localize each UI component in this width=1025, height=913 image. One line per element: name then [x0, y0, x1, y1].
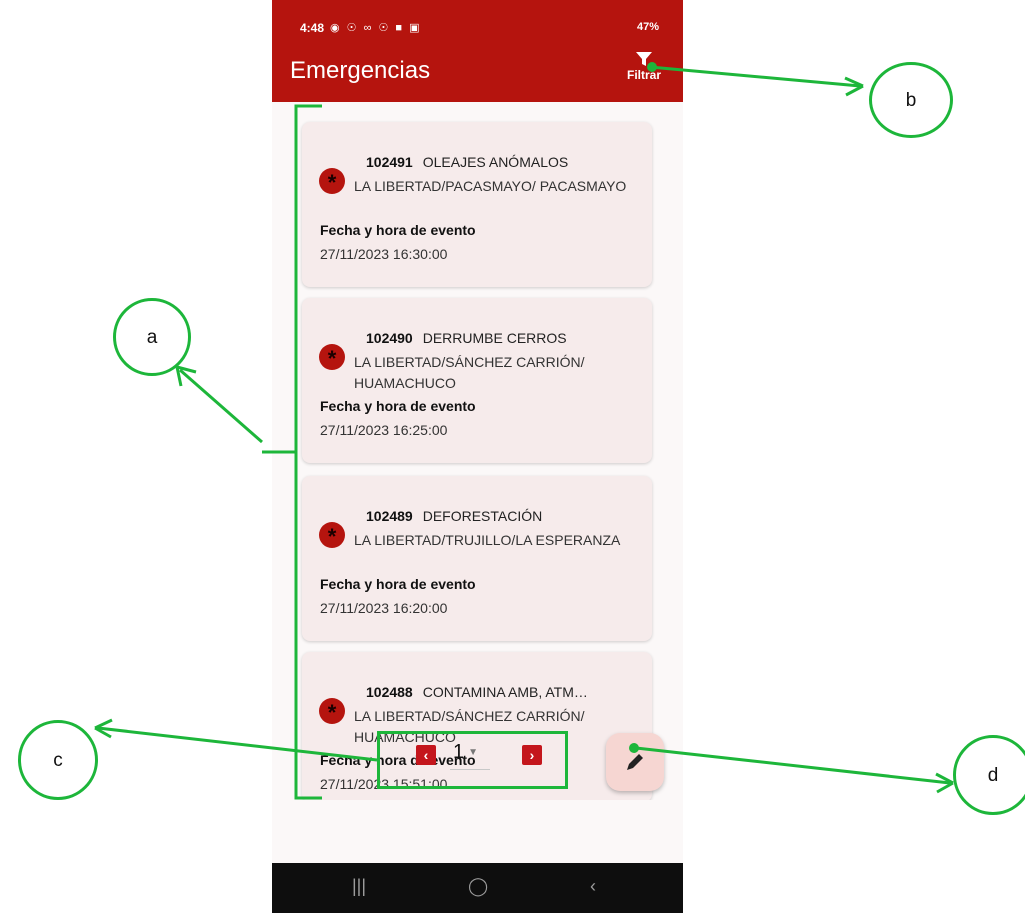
page-title: Emergencias	[290, 57, 431, 84]
card-header: 102491 OLEAJES ANÓMALOS	[366, 154, 568, 170]
pencil-icon	[627, 754, 643, 770]
emergency-id: 102489	[366, 508, 413, 524]
edit-fab-button[interactable]	[606, 733, 664, 791]
home-button[interactable]: ◯	[468, 876, 488, 897]
arrowhead-a	[175, 365, 197, 387]
status-notification-icons: ◉ ☉ ∞ ☉ ■ ▣	[330, 22, 422, 34]
event-datetime: 27/11/2023 16:25:00	[320, 422, 448, 438]
filter-button[interactable]: Filtrar	[616, 50, 672, 96]
emergency-asterisk-icon: *	[319, 168, 345, 195]
annotation-label-c: c	[53, 750, 63, 771]
card-header: 102489 DEFORESTACIÓN	[366, 508, 542, 524]
status-bar: 4:48 ◉ ☉ ∞ ☉ ■ ▣ 47%	[272, 0, 683, 45]
card-header: 102488 CONTAMINA AMB, ATM…	[366, 684, 588, 700]
highlight-box-c	[377, 731, 568, 789]
recents-button[interactable]: |||	[352, 876, 366, 897]
arrow-d	[635, 746, 951, 785]
arrowhead-c	[94, 718, 113, 739]
date-label: Fecha y hora de evento	[320, 576, 476, 592]
event-datetime: 27/11/2023 16:20:00	[320, 600, 448, 616]
emergency-asterisk-icon: *	[319, 344, 345, 371]
battery-level: 47%	[636, 21, 659, 33]
app-bar: Emergencias Filtrar	[272, 45, 683, 102]
emergency-location: LA LIBERTAD/SÁNCHEZ CARRIÓN/ HUAMACHUCO	[354, 354, 585, 391]
arrow-a	[179, 368, 263, 444]
date-label: Fecha y hora de evento	[320, 222, 476, 238]
status-time: 4:48	[300, 21, 325, 35]
emergency-id: 102490	[366, 330, 413, 346]
annotation-circle-a: a	[113, 298, 191, 376]
emergency-id: 102488	[366, 684, 413, 700]
system-nav-bar: ||| ◯ ‹	[272, 863, 683, 913]
card-header: 102490 DERRUMBE CERROS	[366, 330, 567, 346]
annotation-label-b: b	[905, 90, 917, 111]
emergency-asterisk-icon: *	[319, 522, 345, 549]
filter-label: Filtrar	[626, 68, 661, 82]
back-button[interactable]: ‹	[590, 876, 596, 897]
event-datetime: 27/11/2023 16:30:00	[320, 246, 448, 262]
annotation-circle-c: c	[18, 720, 98, 800]
date-label: Fecha y hora de evento	[320, 398, 476, 414]
emergency-type: CONTAMINA AMB, ATM…	[422, 684, 588, 700]
annotation-label-a: a	[146, 327, 158, 348]
emergency-type: DERRUMBE CERROS	[422, 330, 567, 346]
emergency-card[interactable]: * 102490 DERRUMBE CERROS LA LIBERTAD/SÁNC…	[302, 298, 652, 463]
bottom-area	[272, 800, 683, 863]
emergency-card[interactable]: * 102489 DEFORESTACIÓN LA LIBERTAD/TRUJIL…	[302, 476, 652, 641]
emergency-location: LA LIBERTAD/PACASMAYO/ PACASMAYO	[354, 178, 627, 194]
arrowhead-d	[935, 772, 954, 794]
emergency-type: OLEAJES ANÓMALOS	[422, 154, 569, 170]
emergency-asterisk-icon: *	[319, 698, 345, 725]
emergency-id: 102491	[366, 154, 413, 170]
annotation-circle-d: d	[953, 735, 1025, 815]
emergency-card[interactable]: * 102491 OLEAJES ANÓMALOS LA LIBERTAD/PAC…	[302, 122, 652, 287]
arrowhead-b	[844, 76, 864, 97]
annotation-label-d: d	[987, 765, 999, 786]
emergency-type: DEFORESTACIÓN	[422, 508, 543, 524]
emergency-location: LA LIBERTAD/TRUJILLO/LA ESPERANZA	[354, 532, 621, 548]
filter-icon	[636, 52, 652, 66]
annotation-circle-b: b	[869, 62, 953, 138]
